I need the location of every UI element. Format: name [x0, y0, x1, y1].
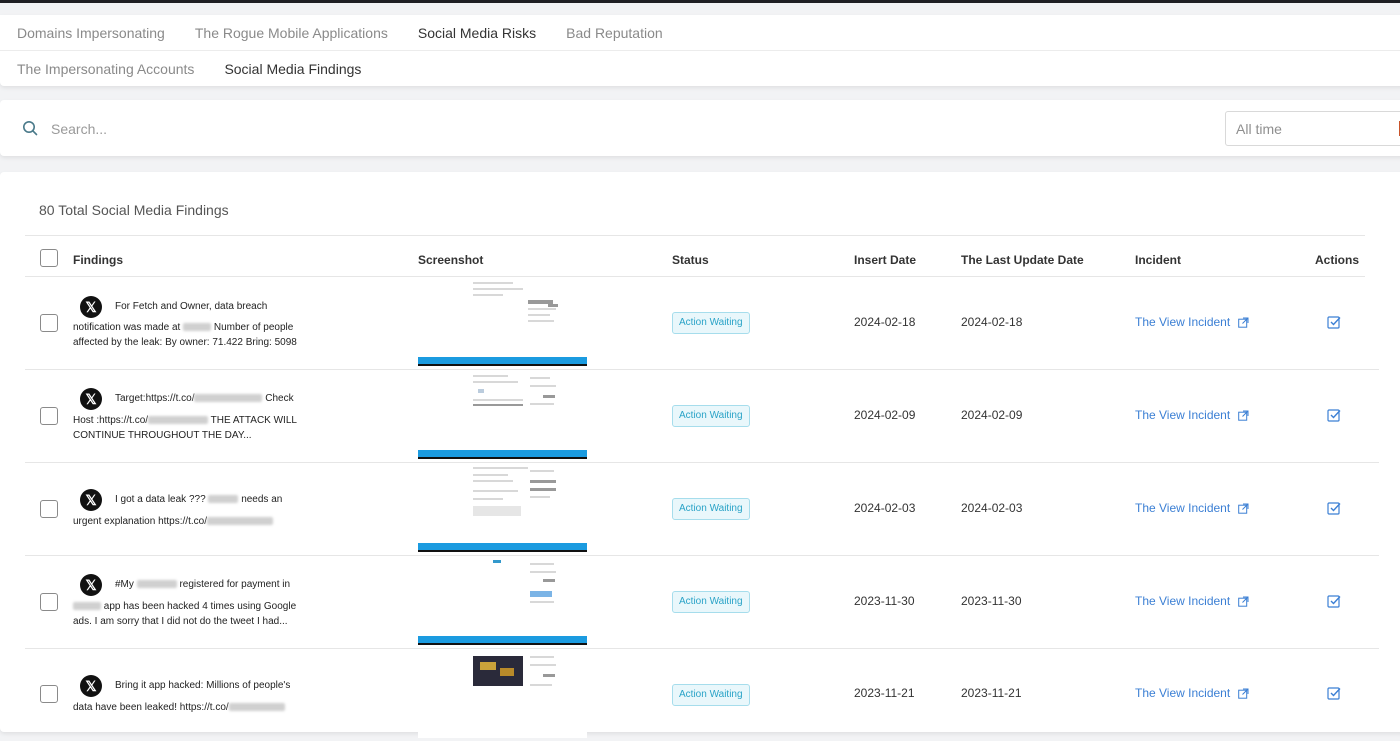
check-square-icon[interactable]	[1327, 594, 1341, 608]
view-incident-link[interactable]: The View Incident	[1135, 594, 1249, 608]
finding-text-rest: data have been leaked! https://t.co/	[73, 700, 323, 715]
x-logo-icon: 𝕏	[80, 489, 102, 511]
external-link-icon	[1237, 688, 1249, 700]
tab-row-secondary: The Impersonating Accounts Social Media …	[0, 51, 376, 86]
check-square-icon[interactable]	[1327, 315, 1341, 329]
last-update-date: 2024-02-09	[961, 408, 1023, 422]
view-incident-link[interactable]: The View Incident	[1135, 501, 1249, 515]
last-update-date: 2024-02-18	[961, 315, 1023, 329]
col-status: Status	[672, 253, 709, 267]
external-link-icon	[1237, 596, 1249, 608]
finding-screenshot[interactable]	[418, 464, 587, 552]
row-checkbox[interactable]	[40, 685, 58, 703]
x-logo-icon: 𝕏	[80, 574, 102, 596]
status-badge: Action Waiting	[672, 684, 750, 706]
view-incident-link[interactable]: The View Incident	[1135, 686, 1249, 700]
row-checkbox[interactable]	[40, 500, 58, 518]
table-header: Findings Screenshot Status Insert Date T…	[25, 235, 1365, 277]
finding-text-rest: Host :https://t.co/ THE ATTACK WILL CONT…	[73, 415, 297, 441]
tab-social-media-findings[interactable]: Social Media Findings	[209, 61, 376, 77]
row-checkbox[interactable]	[40, 593, 58, 611]
table-row: 𝕏 For Fetch and Owner, data breach notif…	[25, 276, 1379, 370]
x-logo-icon: 𝕏	[80, 675, 102, 697]
finding-screenshot[interactable]	[418, 371, 587, 459]
tab-social-media-risks[interactable]: Social Media Risks	[403, 25, 551, 41]
finding-text-line1: I got a data leak ??? needs an	[115, 494, 283, 505]
finding-text-line1: Target:https://t.co/ Check	[115, 393, 294, 404]
col-screenshot: Screenshot	[418, 253, 484, 267]
insert-date: 2023-11-30	[854, 594, 915, 608]
status-badge: Action Waiting	[672, 405, 750, 427]
external-link-icon	[1237, 317, 1249, 329]
tab-row-primary: Domains Impersonating The Rogue Mobile A…	[0, 15, 1400, 51]
col-actions: Actions	[1315, 253, 1360, 267]
table-row: 𝕏 Target:https://t.co/ Check Host :https…	[25, 369, 1379, 463]
table-row: 𝕏 #My registered for payment in app has …	[25, 555, 1379, 649]
finding-text-rest: app has been hacked 4 times using Google…	[73, 601, 297, 627]
finding-screenshot[interactable]	[418, 650, 587, 738]
status-badge: Action Waiting	[672, 498, 750, 520]
last-update-date: 2024-02-03	[961, 501, 1023, 515]
search-icon	[23, 121, 38, 136]
findings-panel: 80 Total Social Media Findings Findings …	[0, 172, 1400, 738]
total-findings-count: 80 Total Social Media Findings	[39, 202, 229, 218]
insert-date: 2024-02-03	[854, 501, 916, 515]
finding-screenshot[interactable]	[418, 557, 587, 645]
finding-text-line1: For Fetch and Owner, data breach	[115, 301, 268, 312]
insert-date: 2023-11-21	[854, 686, 915, 700]
tab-domains-impersonating[interactable]: Domains Impersonating	[0, 25, 180, 41]
search-input[interactable]	[49, 116, 653, 142]
check-square-icon[interactable]	[1327, 408, 1341, 422]
tabs-card: Domains Impersonating The Rogue Mobile A…	[0, 15, 1400, 86]
col-incident: Incident	[1135, 253, 1182, 267]
finding-screenshot[interactable]	[418, 278, 587, 366]
check-square-icon[interactable]	[1327, 501, 1341, 515]
table-row: 𝕏 I got a data leak ??? needs an urgent …	[25, 462, 1379, 556]
select-all-checkbox[interactable]	[40, 249, 58, 267]
time-range-value: All time	[1236, 121, 1282, 137]
external-link-icon	[1237, 410, 1249, 422]
table-row: 𝕏 Bring it app hacked: Millions of peopl…	[25, 648, 1379, 741]
finding-text-rest: notification was made at Number of peopl…	[73, 322, 297, 348]
time-range-select[interactable]: All time	[1225, 111, 1400, 146]
finding-text-rest: urgent explanation https://t.co/	[73, 514, 323, 529]
col-last-update-date: The Last Update Date	[961, 253, 1084, 267]
top-bar	[0, 0, 1400, 3]
finding-text-line1: Bring it app hacked: Millions of people'…	[115, 680, 291, 691]
status-badge: Action Waiting	[672, 591, 750, 613]
check-square-icon[interactable]	[1327, 686, 1341, 700]
view-incident-link[interactable]: The View Incident	[1135, 315, 1249, 329]
last-update-date: 2023-11-21	[961, 686, 1022, 700]
x-logo-icon: 𝕏	[80, 388, 102, 410]
tab-rogue-mobile-apps[interactable]: The Rogue Mobile Applications	[180, 25, 403, 41]
col-insert-date: Insert Date	[854, 253, 917, 267]
last-update-date: 2023-11-30	[961, 594, 1022, 608]
tab-impersonating-accounts[interactable]: The Impersonating Accounts	[0, 61, 209, 77]
search-bar: All time	[0, 100, 1400, 156]
insert-date: 2024-02-18	[854, 315, 916, 329]
finding-text-line1: #My registered for payment in	[115, 579, 291, 590]
col-findings: Findings	[73, 253, 123, 267]
external-link-icon	[1237, 503, 1249, 515]
tab-bad-reputation[interactable]: Bad Reputation	[551, 25, 678, 41]
row-checkbox[interactable]	[40, 314, 58, 332]
insert-date: 2024-02-09	[854, 408, 916, 422]
view-incident-link[interactable]: The View Incident	[1135, 408, 1249, 422]
x-logo-icon: 𝕏	[80, 296, 102, 318]
status-badge: Action Waiting	[672, 312, 750, 334]
row-checkbox[interactable]	[40, 407, 58, 425]
